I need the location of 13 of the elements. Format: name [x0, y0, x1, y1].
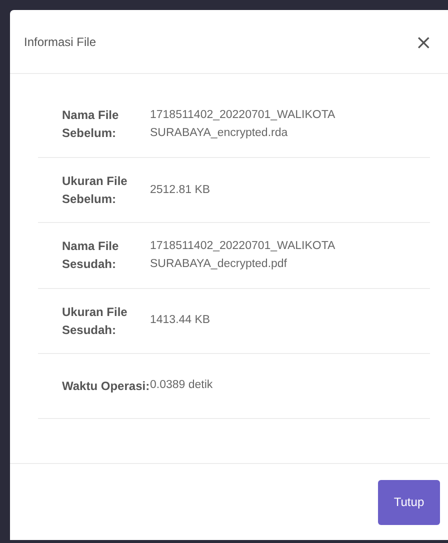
- field-label: Nama File Sebelum:: [62, 107, 120, 142]
- close-button[interactable]: Tutup: [378, 480, 440, 524]
- field-value: 1718511402_20220701_WALIKOTA SURABAYA_encrypted.rda: [150, 108, 336, 142]
- field-label: Waktu Operasi:: [62, 378, 150, 395]
- field-label: Ukuran File Sesudah:: [62, 304, 128, 339]
- field-value: 0.0389 detik: [150, 378, 214, 394]
- field-label: Nama File Sesudah:: [62, 238, 120, 274]
- field-value: 1413.44 KB: [150, 313, 212, 328]
- field-label: Ukuran File Sebelum:: [62, 172, 128, 208]
- field-value: 2512.81 KB: [150, 182, 212, 198]
- field-value: 1718511402_20220701_WALIKOTA SURABAYA_decrypted.pdf: [150, 238, 336, 272]
- close-button[interactable]: ×: [411, 30, 436, 54]
- dialog-title: Informasi File: [24, 34, 96, 48]
